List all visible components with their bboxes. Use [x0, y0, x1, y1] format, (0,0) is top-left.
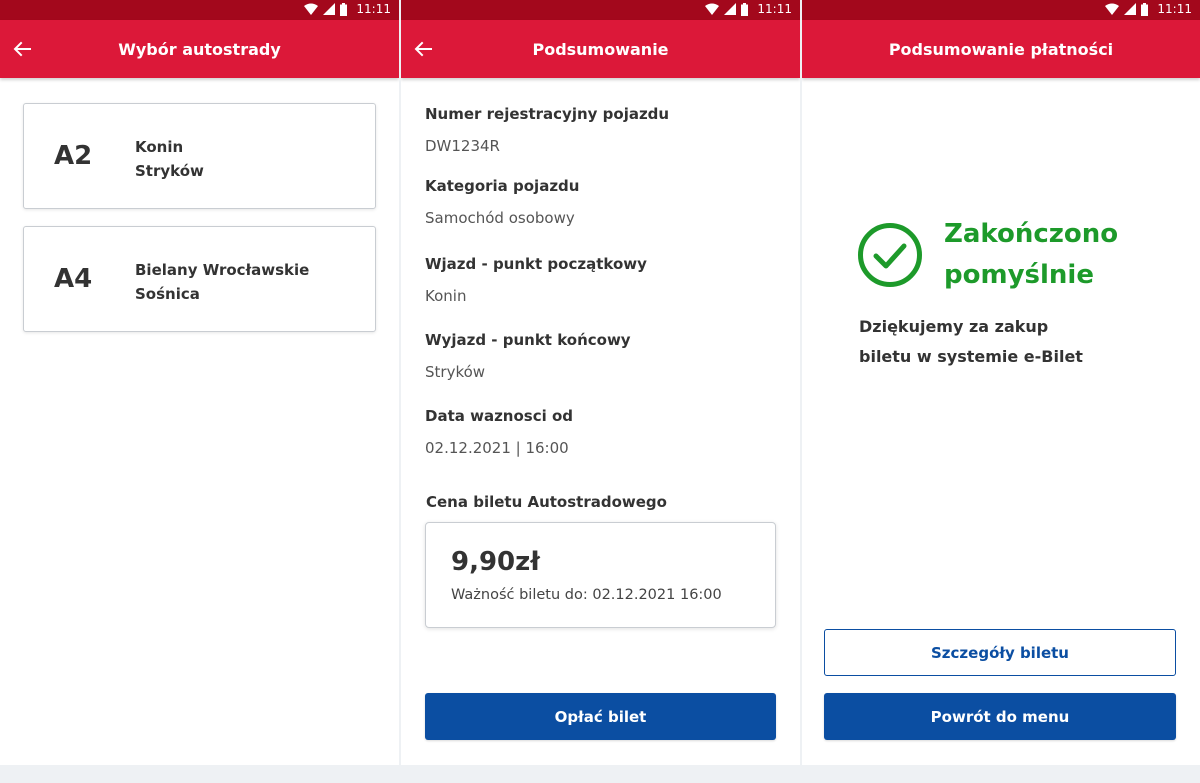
- highway-route: Bielany Wrocławskie Sośnica: [135, 258, 309, 306]
- app-bar: Podsumowanie: [401, 20, 800, 78]
- route-to: Stryków: [135, 162, 204, 180]
- route-from: Konin: [135, 138, 184, 156]
- field-value-category: Samochód osobowy: [425, 209, 575, 227]
- field-label-exit: Wyjazd - punkt końcowy: [425, 331, 631, 349]
- app-bar: Wybór autostrady: [0, 20, 399, 78]
- back-arrow-icon: [13, 41, 31, 57]
- highway-card-a2[interactable]: A2 Konin Stryków: [23, 103, 376, 209]
- screen-payment-summary: 11:11 Podsumowanie płatności Zakończono …: [802, 0, 1200, 765]
- screen-divider: [800, 0, 802, 765]
- wifi-icon: [1105, 3, 1120, 15]
- bottom-strip: [0, 765, 1200, 783]
- back-arrow-icon: [414, 41, 432, 57]
- field-label-entry: Wjazd - punkt początkowy: [425, 255, 647, 273]
- screen-summary: 11:11 Podsumowanie Numer rejestracyjny p…: [401, 0, 800, 765]
- highway-code: A4: [54, 264, 93, 294]
- field-label-valid-from: Data waznosci od: [425, 407, 574, 425]
- field-value-registration: DW1234R: [425, 137, 500, 155]
- status-bar: 11:11: [802, 0, 1200, 20]
- field-value-entry: Konin: [425, 287, 467, 305]
- route-to: Sośnica: [135, 285, 200, 303]
- status-bar: 11:11: [401, 0, 800, 20]
- highway-route: Konin Stryków: [135, 135, 204, 183]
- status-time: 11:11: [356, 2, 391, 16]
- page-title: Wybór autostrady: [118, 39, 281, 59]
- back-button[interactable]: [411, 37, 435, 61]
- success-line-2: pomyślnie: [944, 260, 1094, 290]
- back-to-menu-button[interactable]: Powrót do menu: [824, 693, 1176, 740]
- wifi-icon: [705, 3, 720, 15]
- app-bar: Podsumowanie płatności: [802, 20, 1200, 78]
- price-label: Cena biletu Autostradowego: [426, 493, 667, 511]
- battery-icon: [741, 2, 749, 16]
- highway-code: A2: [54, 141, 93, 171]
- pay-button[interactable]: Opłać bilet: [425, 693, 776, 740]
- price-amount: 9,90zł: [451, 547, 540, 577]
- field-label-category: Kategoria pojazdu: [425, 177, 580, 195]
- thanks-line-1: Dziękujemy za zakup: [859, 317, 1049, 336]
- route-from: Bielany Wrocławskie: [135, 261, 310, 279]
- wifi-icon: [304, 3, 319, 15]
- field-label-registration: Numer rejestracyjny pojazdu: [425, 105, 670, 123]
- field-value-exit: Stryków: [425, 363, 486, 381]
- status-bar: 11:11: [0, 0, 399, 20]
- signal-icon: [323, 3, 336, 15]
- page-title: Podsumowanie: [532, 39, 669, 59]
- status-time: 11:11: [1157, 2, 1192, 16]
- check-circle-icon: [858, 223, 922, 287]
- page-title: Podsumowanie płatności: [888, 39, 1114, 59]
- battery-icon: [340, 2, 348, 16]
- field-value-valid-from: 02.12.2021 | 16:00: [425, 439, 569, 457]
- back-button[interactable]: [10, 37, 34, 61]
- success-line-1: Zakończono: [944, 219, 1119, 249]
- price-valid-until: Ważność biletu do: 02.12.2021 16:00: [451, 587, 722, 603]
- signal-icon: [724, 3, 737, 15]
- battery-icon: [1141, 2, 1149, 16]
- ticket-details-button[interactable]: Szczegóły biletu: [824, 629, 1176, 676]
- thanks-line-2: biletu w systemie e-Bilet: [859, 347, 1083, 366]
- screen-divider: [399, 0, 401, 765]
- highway-card-a4[interactable]: A4 Bielany Wrocławskie Sośnica: [23, 226, 376, 332]
- thanks-message: Dziękujemy za zakup biletu w systemie e-…: [859, 312, 1159, 372]
- status-time: 11:11: [757, 2, 792, 16]
- price-card: 9,90zł Ważność biletu do: 02.12.2021 16:…: [425, 522, 776, 628]
- signal-icon: [1124, 3, 1137, 15]
- success-message: Zakończono pomyślnie: [944, 214, 1118, 296]
- screen-highway-selection: 11:11 Wybór autostrady A2 Konin Stryków …: [0, 0, 399, 765]
